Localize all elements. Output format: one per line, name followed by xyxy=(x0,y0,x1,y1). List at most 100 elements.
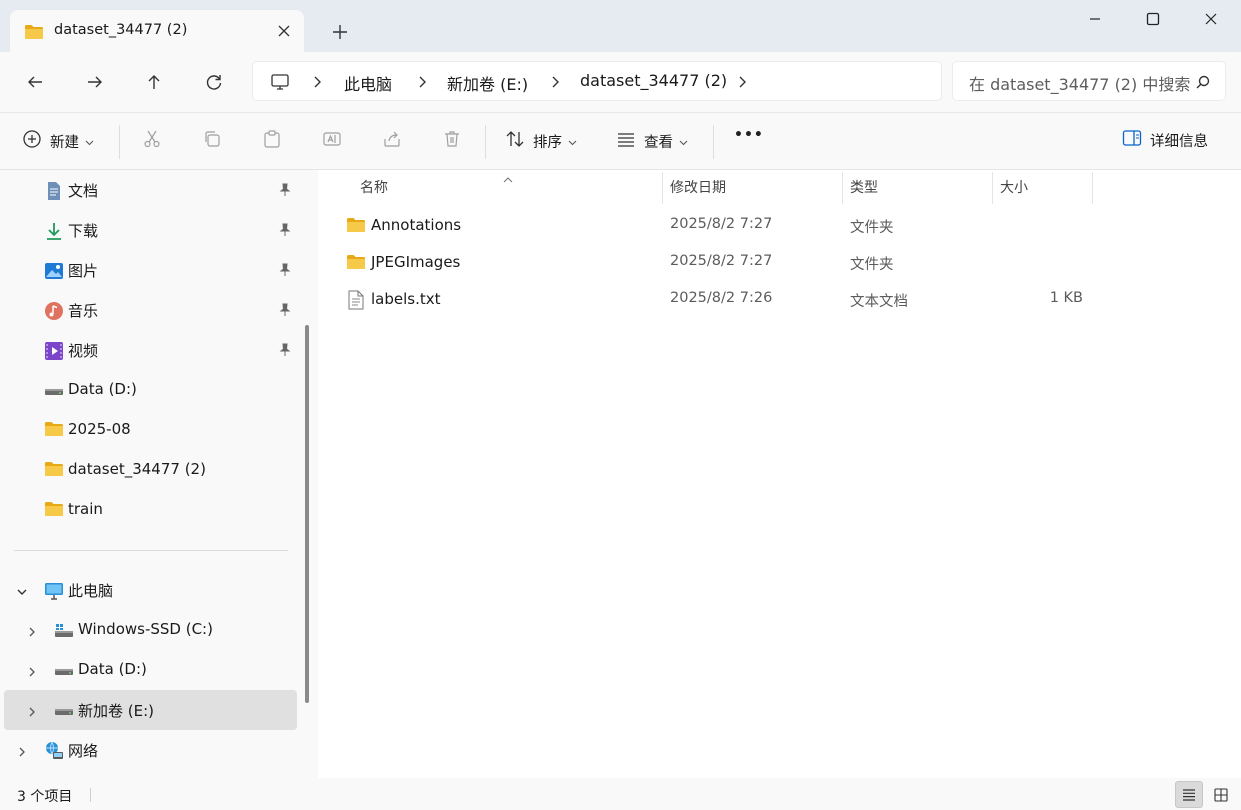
maximize-icon[interactable] xyxy=(1124,0,1182,38)
search-icon[interactable] xyxy=(1195,74,1211,90)
column-header-modified[interactable]: 修改日期 xyxy=(670,177,726,197)
details-view-icon[interactable] xyxy=(1175,781,1203,808)
column-divider[interactable] xyxy=(992,172,993,204)
pin-icon[interactable] xyxy=(278,343,292,357)
sidebar-item-this-pc[interactable]: 此电脑 xyxy=(4,570,297,610)
tab-active[interactable]: dataset_34477 (2) xyxy=(10,10,304,52)
table-row[interactable]: JPEGImages 2025/8/2 7:27 文件夹 xyxy=(340,245,1100,282)
rename-icon[interactable] xyxy=(322,129,342,149)
chevron-right-icon[interactable] xyxy=(26,704,38,717)
column-divider[interactable] xyxy=(662,172,663,204)
minimize-icon[interactable] xyxy=(1066,0,1124,38)
column-divider[interactable] xyxy=(1092,172,1093,204)
sidebar-item-network[interactable]: 网络 xyxy=(4,730,297,770)
sidebar-item-label: 新加卷 (E:) xyxy=(78,702,155,720)
sidebar-item-videos[interactable]: 视频 xyxy=(4,330,297,370)
column-header-size[interactable]: 大小 xyxy=(1000,177,1028,197)
new-tab-plus-icon[interactable] xyxy=(328,20,352,44)
sidebar-item-label: 音乐 xyxy=(68,302,99,320)
sidebar-item-label: 图片 xyxy=(68,262,99,280)
file-type: 文件夹 xyxy=(850,220,894,236)
back-arrow-icon[interactable] xyxy=(20,68,50,96)
sidebar-item-downloads[interactable]: 下载 xyxy=(4,210,297,250)
chevron-down-icon xyxy=(679,132,688,150)
sort-button[interactable]: 排序 xyxy=(505,129,577,153)
item-count: 3 个项目 xyxy=(17,789,73,805)
refresh-icon[interactable] xyxy=(199,68,229,96)
folder-icon xyxy=(346,254,366,272)
file-list: 名称 修改日期 类型 大小 Annotations 2025/8/2 7:27 … xyxy=(318,170,1241,778)
sidebar-item-label: 视频 xyxy=(68,342,99,360)
chevron-right-icon[interactable] xyxy=(16,744,28,757)
copy-icon[interactable] xyxy=(202,129,222,149)
up-arrow-icon[interactable] xyxy=(139,68,169,96)
pin-icon[interactable] xyxy=(278,183,292,197)
sidebar-item-pictures[interactable]: 图片 xyxy=(4,250,297,290)
sidebar-item-label: 2025-08 xyxy=(68,420,131,438)
column-header-type[interactable]: 类型 xyxy=(850,177,878,197)
breadcrumb-drive-e[interactable]: 新加卷 (E:) xyxy=(447,71,528,95)
chevron-down-icon xyxy=(568,132,577,150)
file-type: 文件夹 xyxy=(850,257,894,273)
breadcrumb-chevron-icon[interactable] xyxy=(736,75,748,89)
details-pane-button[interactable]: 详细信息 xyxy=(1122,129,1208,151)
breadcrumb-current-folder[interactable]: dataset_34477 (2) xyxy=(580,71,727,90)
new-button-label: 新建 xyxy=(50,134,79,151)
sidebar-item-train[interactable]: train xyxy=(4,490,297,530)
view-lines-icon xyxy=(616,129,636,153)
file-name: Annotations xyxy=(371,216,462,234)
forward-arrow-icon[interactable] xyxy=(80,68,110,96)
breadcrumb-this-pc[interactable]: 此电脑 xyxy=(344,71,392,95)
sidebar-item-label: dataset_34477 (2) xyxy=(68,460,206,478)
search-input[interactable]: 在 dataset_34477 (2) 中搜索 xyxy=(952,61,1226,101)
table-row[interactable]: Annotations 2025/8/2 7:27 文件夹 xyxy=(340,208,1100,245)
sidebar-item-data-d-drive[interactable]: Data (D:) xyxy=(4,650,297,690)
sidebar-item-2025-08[interactable]: 2025-08 xyxy=(4,410,297,450)
sidebar-item-label: 网络 xyxy=(68,742,99,760)
cut-icon[interactable] xyxy=(142,129,162,149)
delete-icon[interactable] xyxy=(442,129,462,149)
sidebar-item-label: Data (D:) xyxy=(68,380,137,398)
sidebar-item-music[interactable]: 音乐 xyxy=(4,290,297,330)
table-row[interactable]: labels.txt 2025/8/2 7:26 文本文档 1 KB xyxy=(340,282,1100,319)
sidebar-item-windows-ssd-c[interactable]: Windows-SSD (C:) xyxy=(4,610,297,650)
paste-icon[interactable] xyxy=(262,129,282,149)
sort-arrows-icon xyxy=(505,129,525,153)
pin-icon[interactable] xyxy=(278,263,292,277)
new-button[interactable]: 新建 xyxy=(22,129,94,153)
sidebar-item-data-d[interactable]: Data (D:) xyxy=(4,370,297,410)
view-button[interactable]: 查看 xyxy=(616,129,688,153)
window-close-icon[interactable] xyxy=(1182,0,1240,38)
add-circle-icon xyxy=(22,129,42,153)
chevron-right-icon[interactable] xyxy=(26,664,38,677)
nav-scrollbar[interactable] xyxy=(305,325,309,703)
more-options-button[interactable]: ••• xyxy=(734,127,764,143)
breadcrumb-chevron-icon[interactable] xyxy=(549,75,561,89)
chevron-down-icon[interactable] xyxy=(16,584,28,596)
file-type: 文本文档 xyxy=(850,294,908,310)
sidebar-item-label: 此电脑 xyxy=(68,582,114,600)
status-divider xyxy=(90,788,91,802)
windows-drive-icon xyxy=(54,621,74,641)
pin-icon[interactable] xyxy=(278,303,292,317)
tab-close-icon[interactable] xyxy=(276,23,292,39)
sidebar-item-dataset[interactable]: dataset_34477 (2) xyxy=(4,450,297,490)
sidebar-item-label: 文档 xyxy=(68,182,99,200)
sidebar-item-documents[interactable]: 文档 xyxy=(4,170,297,210)
column-divider[interactable] xyxy=(842,172,843,204)
folder-icon xyxy=(44,461,64,481)
file-modified: 2025/8/2 7:27 xyxy=(670,216,773,232)
file-modified: 2025/8/2 7:27 xyxy=(670,253,773,269)
tiles-view-icon[interactable] xyxy=(1207,781,1235,808)
monitor-icon[interactable] xyxy=(270,72,290,92)
breadcrumb-chevron-icon[interactable] xyxy=(311,75,323,89)
column-header-name[interactable]: 名称 xyxy=(360,177,388,197)
title-bar: dataset_34477 (2) xyxy=(0,0,1241,52)
chevron-right-icon[interactable] xyxy=(26,624,38,637)
share-icon[interactable] xyxy=(382,129,402,149)
address-bar[interactable]: 此电脑 新加卷 (E:) dataset_34477 (2) xyxy=(252,61,942,101)
navigation-pane: 文档 下载 图片 音乐 视频 Data (D:) 2025-08 dataset… xyxy=(0,170,318,778)
sidebar-item-new-volume-e[interactable]: 新加卷 (E:) xyxy=(4,690,297,730)
pin-icon[interactable] xyxy=(278,223,292,237)
breadcrumb-chevron-icon[interactable] xyxy=(416,75,428,89)
